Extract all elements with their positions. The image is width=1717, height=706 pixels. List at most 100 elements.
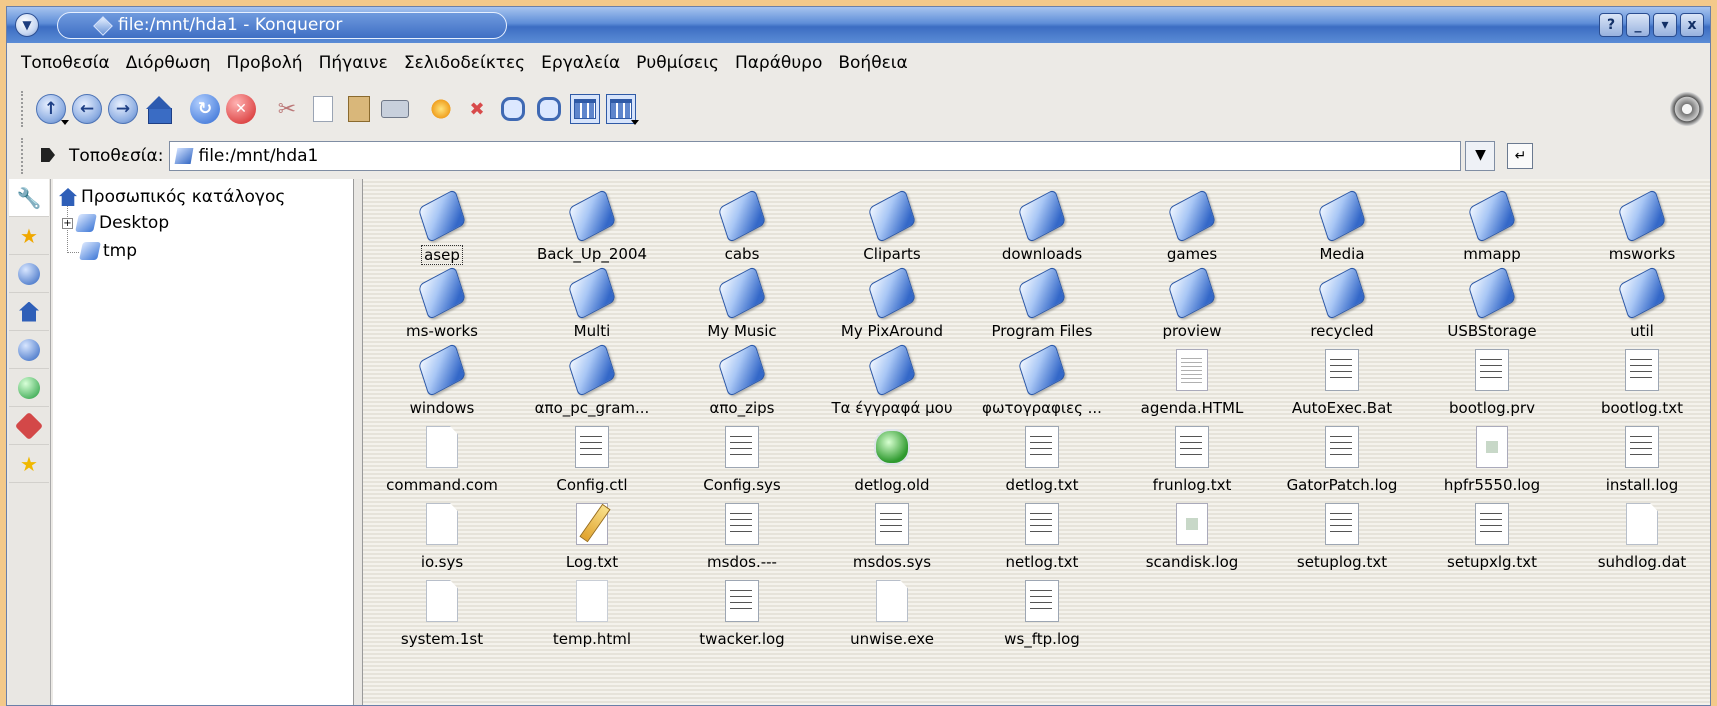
menu-bookmarks[interactable]: Σελιδοδείκτες	[402, 51, 527, 75]
file-item[interactable]: GatorPatch.log	[1267, 424, 1417, 501]
maximize-button[interactable]: ▾	[1653, 13, 1677, 37]
file-item[interactable]: unwise.exe	[817, 578, 967, 655]
new-folder-icon[interactable]	[426, 94, 456, 124]
file-item[interactable]: downloads	[967, 193, 1117, 270]
menu-help[interactable]: Βοήθεια	[836, 51, 909, 75]
file-item[interactable]: system.1st	[367, 578, 517, 655]
tree-item-desktop[interactable]: + Desktop	[62, 211, 169, 235]
file-item[interactable]: netlog.txt	[967, 501, 1117, 578]
tree-item-home[interactable]: Προσωπικός κατάλογος	[59, 185, 285, 209]
back-icon[interactable]: ←	[72, 94, 102, 124]
file-item[interactable]: setuplog.txt	[1267, 501, 1417, 578]
sidebar-tab-network[interactable]	[9, 331, 49, 369]
go-button[interactable]: ↵	[1507, 143, 1534, 169]
help-button[interactable]: ?	[1599, 13, 1623, 37]
file-item[interactable]: asep	[367, 193, 517, 270]
tree-item-tmp[interactable]: tmp	[79, 239, 137, 263]
file-item[interactable]: command.com	[367, 424, 517, 501]
menu-window[interactable]: Παράθυρο	[733, 51, 824, 75]
file-item[interactable]: My Music	[667, 270, 817, 347]
file-item[interactable]: bootlog.prv	[1417, 347, 1567, 424]
toolbar-grip[interactable]	[21, 91, 27, 127]
close-button[interactable]: x	[1680, 13, 1704, 37]
sidebar-tab-history[interactable]	[9, 255, 49, 293]
sidebar-tab-red[interactable]	[9, 407, 49, 445]
file-item[interactable]: temp.html	[517, 578, 667, 655]
file-item[interactable]: msdos.---	[667, 501, 817, 578]
location-dropdown-button[interactable]: ▼	[1465, 141, 1496, 171]
file-item[interactable]: msworks	[1567, 193, 1710, 270]
sidebar-tab-home[interactable]	[9, 293, 49, 331]
file-item[interactable]: Τα έγγραφά μου	[817, 347, 967, 424]
menu-settings[interactable]: Ρυθμίσεις	[634, 51, 721, 75]
clear-location-icon[interactable]	[41, 147, 61, 165]
menu-tools[interactable]: Εργαλεία	[539, 51, 622, 75]
file-item[interactable]: bootlog.txt	[1567, 347, 1710, 424]
file-item[interactable]: detlog.old	[817, 424, 967, 501]
location-grip[interactable]	[21, 138, 27, 174]
file-item[interactable]: USBStorage	[1417, 270, 1567, 347]
file-item[interactable]: msdos.sys	[817, 501, 967, 578]
file-item[interactable]: agenda.HTML	[1117, 347, 1267, 424]
file-item[interactable]: windows	[367, 347, 517, 424]
menu-go[interactable]: Πήγαινε	[317, 51, 390, 75]
menu-location[interactable]: Τοποθεσία	[19, 51, 112, 75]
file-item[interactable]: My PixAround	[817, 270, 967, 347]
delete-icon[interactable]	[462, 94, 492, 124]
minimize-button[interactable]: _	[1626, 13, 1650, 37]
file-item[interactable]: games	[1117, 193, 1267, 270]
file-item[interactable]: io.sys	[367, 501, 517, 578]
file-item[interactable]: Config.ctl	[517, 424, 667, 501]
file-item[interactable]: mmapp	[1417, 193, 1567, 270]
file-item[interactable]: cabs	[667, 193, 817, 270]
file-item[interactable]: install.log	[1567, 424, 1710, 501]
cut-icon[interactable]: ✂	[272, 94, 302, 124]
zoom-out-icon[interactable]	[534, 94, 564, 124]
title-bar[interactable]: ▼ file:/mnt/hda1 - Konqueror ? _ ▾ x	[7, 7, 1710, 43]
sidebar-tab-bookmarks[interactable]: ★	[9, 217, 49, 255]
file-item[interactable]: scandisk.log	[1117, 501, 1267, 578]
location-input[interactable]: file:/mnt/hda1	[169, 141, 1462, 171]
file-item[interactable]: setupxlg.txt	[1417, 501, 1567, 578]
detail-view-icon[interactable]	[606, 94, 639, 125]
file-item[interactable]: AutoExec.Bat	[1267, 347, 1417, 424]
file-item[interactable]: util	[1567, 270, 1710, 347]
sidebar-tab-services[interactable]: 🔧	[9, 179, 49, 217]
file-item[interactable]: twacker.log	[667, 578, 817, 655]
file-item[interactable]: Cliparts	[817, 193, 967, 270]
file-item[interactable]: ms-works	[367, 270, 517, 347]
file-item[interactable]: φωτογραφιες ...	[967, 347, 1117, 424]
expand-icon[interactable]: +	[62, 217, 73, 229]
forward-icon[interactable]: →	[108, 94, 138, 124]
copy-icon[interactable]	[308, 94, 338, 124]
print-icon[interactable]	[380, 94, 410, 124]
window-menu-button[interactable]: ▼	[15, 13, 39, 37]
up-icon[interactable]: ↑	[36, 94, 69, 125]
file-item[interactable]: Back_Up_2004	[517, 193, 667, 270]
file-item[interactable]: recycled	[1267, 270, 1417, 347]
paste-icon[interactable]	[344, 94, 374, 124]
file-item[interactable]: Multi	[517, 270, 667, 347]
file-item[interactable]: suhdlog.dat	[1567, 501, 1710, 578]
file-item[interactable]: απο_pc_gram...	[517, 347, 667, 424]
stop-icon[interactable]: ✕	[226, 94, 256, 124]
menu-view[interactable]: Προβολή	[225, 51, 305, 75]
location-value[interactable]: file:/mnt/hda1	[198, 146, 1460, 166]
home-icon[interactable]	[144, 94, 174, 124]
file-item[interactable]: frunlog.txt	[1117, 424, 1267, 501]
file-item[interactable]: proview	[1117, 270, 1267, 347]
file-item[interactable]: Config.sys	[667, 424, 817, 501]
zoom-in-icon[interactable]	[498, 94, 528, 124]
panel-splitter[interactable]	[353, 179, 363, 705]
file-item[interactable]: Media	[1267, 193, 1417, 270]
file-item[interactable]: Log.txt	[517, 501, 667, 578]
file-item[interactable]: απο_zips	[667, 347, 817, 424]
file-item[interactable]: ws_ftp.log	[967, 578, 1117, 655]
sidebar-tab-favorites[interactable]: ★	[9, 445, 49, 483]
menu-edit[interactable]: Διόρθωση	[124, 51, 213, 75]
reload-icon[interactable]: ↻	[190, 94, 220, 124]
file-item[interactable]: Program Files	[967, 270, 1117, 347]
file-item[interactable]: detlog.txt	[967, 424, 1117, 501]
sidebar-tab-media[interactable]	[9, 369, 49, 407]
file-item[interactable]: hpfr5550.log	[1417, 424, 1567, 501]
